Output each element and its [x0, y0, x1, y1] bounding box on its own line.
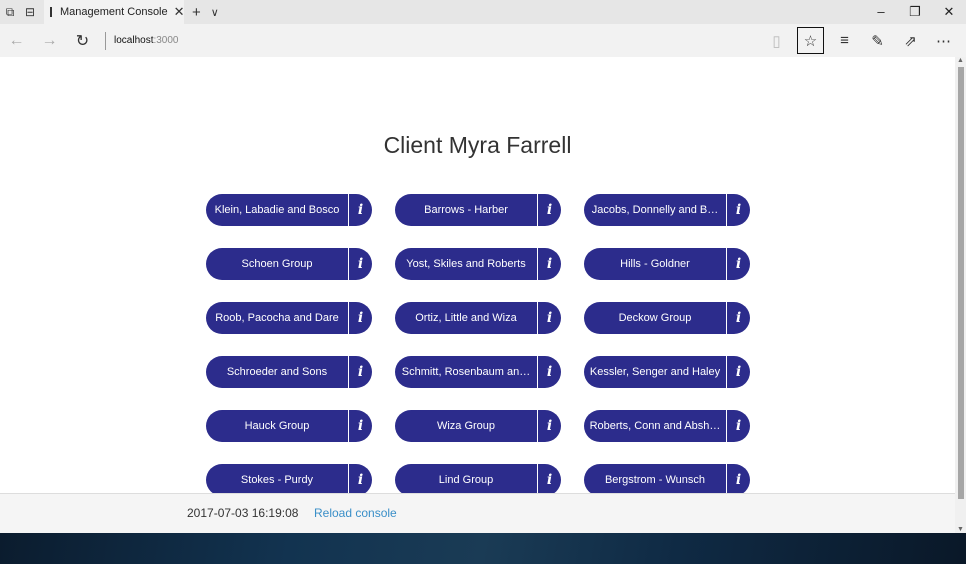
tab-title: Management Console [60, 6, 168, 18]
info-icon[interactable]: i [349, 248, 372, 280]
info-icon[interactable]: i [538, 194, 561, 226]
chevron-down-icon[interactable]: ∨ [211, 6, 219, 19]
client-button[interactable]: Schroeder and Sons i [206, 356, 372, 388]
client-button[interactable]: Hauck Group i [206, 410, 372, 442]
info-icon[interactable]: i [727, 302, 750, 334]
client-button[interactable]: Kessler, Senger and Haley i [584, 356, 750, 388]
set-aside-tabs-icon[interactable]: ⊟ [20, 5, 40, 19]
client-name[interactable]: Wiza Group [395, 410, 538, 442]
forward-icon[interactable]: → [33, 32, 66, 50]
minimize-button[interactable]: – [864, 0, 898, 24]
info-icon[interactable]: i [349, 302, 372, 334]
client-button[interactable]: Ortiz, Little and Wiza i [395, 302, 561, 334]
info-icon[interactable]: i [727, 248, 750, 280]
tab-manager-icon[interactable]: ⧉ [0, 5, 20, 20]
refresh-icon[interactable]: ↻ [66, 31, 99, 51]
restore-button[interactable]: ❐ [898, 0, 932, 24]
client-name[interactable]: Ortiz, Little and Wiza [395, 302, 538, 334]
client-button[interactable]: Deckow Group i [584, 302, 750, 334]
back-icon[interactable]: ← [0, 32, 33, 50]
desktop-background [0, 533, 966, 564]
page-title: Client Myra Farrell [383, 132, 572, 158]
address-bar: ← → ↻ localhost:3000 ▯ ☆ ≡ ✎ ⇗ ⋯ [0, 24, 966, 57]
reload-console-link[interactable]: Reload console [314, 494, 397, 532]
info-icon[interactable]: i [538, 248, 561, 280]
client-button[interactable]: Schoen Group i [206, 248, 372, 280]
client-button[interactable]: Stokes - Purdy i [206, 464, 372, 493]
client-name[interactable]: Roberts, Conn and Absh… [584, 410, 727, 442]
page-icon [50, 7, 52, 17]
favorite-star-icon[interactable]: ☆ [797, 27, 824, 54]
client-grid: Klein, Labadie and Bosco i Barrows - Harbe… [206, 194, 750, 493]
client-button[interactable]: Klein, Labadie and Bosco i [206, 194, 372, 226]
web-note-icon[interactable]: ✎ [861, 32, 894, 50]
client-name[interactable]: Klein, Labadie and Bosco [206, 194, 349, 226]
client-name[interactable]: Lind Group [395, 464, 538, 493]
client-name[interactable]: Schroeder and Sons [206, 356, 349, 388]
scroll-up-icon[interactable]: ▲ [957, 57, 964, 64]
info-icon[interactable]: i [538, 464, 561, 493]
client-button[interactable]: Schmitt, Rosenbaum an… i [395, 356, 561, 388]
footer: 2017-07-03 16:19:08 Reload console [0, 493, 955, 533]
info-icon[interactable]: i [538, 356, 561, 388]
info-icon[interactable]: i [538, 410, 561, 442]
more-icon[interactable]: ⋯ [927, 32, 960, 50]
client-name[interactable]: Schmitt, Rosenbaum an… [395, 356, 538, 388]
timestamp: 2017-07-03 16:19:08 [187, 506, 299, 520]
info-icon[interactable]: i [538, 302, 561, 334]
client-name[interactable]: Hills - Goldner [584, 248, 727, 280]
client-button[interactable]: Wiza Group i [395, 410, 561, 442]
close-tab-icon[interactable]: ✕ [174, 4, 185, 20]
browser-tab[interactable]: Management Console ✕ [44, 0, 185, 24]
info-icon[interactable]: i [349, 194, 372, 226]
toolbar-right: ▯ ☆ ≡ ✎ ⇗ ⋯ [760, 24, 960, 57]
scrollbar[interactable]: ▲ ▼ [955, 57, 966, 533]
client-name[interactable]: Hauck Group [206, 410, 349, 442]
client-button[interactable]: Lind Group i [395, 464, 561, 493]
info-icon[interactable]: i [727, 410, 750, 442]
info-icon[interactable]: i [727, 464, 750, 493]
share-icon[interactable]: ⇗ [894, 32, 927, 50]
info-icon[interactable]: i [727, 194, 750, 226]
title-bar: ⧉ ⊟ Management Console ✕ + ∨ – ❐ ✕ [0, 0, 966, 24]
client-button[interactable]: Yost, Skiles and Roberts i [395, 248, 561, 280]
window-controls: – ❐ ✕ [864, 0, 966, 24]
client-name[interactable]: Yost, Skiles and Roberts [395, 248, 538, 280]
client-name[interactable]: Barrows - Harber [395, 194, 538, 226]
scroll-down-icon[interactable]: ▼ [957, 526, 964, 533]
client-button[interactable]: Barrows - Harber i [395, 194, 561, 226]
client-button[interactable]: Roob, Pacocha and Dare i [206, 302, 372, 334]
url-field[interactable]: localhost:3000 [114, 35, 179, 46]
new-tab-icon[interactable]: + [192, 4, 201, 21]
info-icon[interactable]: i [349, 356, 372, 388]
client-button[interactable]: Hills - Goldner i [584, 248, 750, 280]
client-name[interactable]: Roob, Pacocha and Dare [206, 302, 349, 334]
divider [105, 31, 106, 50]
hub-icon[interactable]: ≡ [828, 32, 861, 49]
url-port: :3000 [153, 35, 179, 46]
page-viewport: Client Myra Farrell Klein, Labadie and B… [0, 57, 955, 493]
info-icon[interactable]: i [349, 410, 372, 442]
client-button[interactable]: Bergstrom - Wunsch i [584, 464, 750, 493]
client-button[interactable]: Roberts, Conn and Absh… i [584, 410, 750, 442]
client-name[interactable]: Kessler, Senger and Haley [584, 356, 727, 388]
client-name[interactable]: Bergstrom - Wunsch [584, 464, 727, 493]
scrollbar-thumb[interactable] [958, 67, 964, 499]
client-name[interactable]: Deckow Group [584, 302, 727, 334]
client-name[interactable]: Stokes - Purdy [206, 464, 349, 493]
client-name[interactable]: Jacobs, Donnelly and B… [584, 194, 727, 226]
url-host: localhost [114, 35, 154, 46]
close-window-button[interactable]: ✕ [932, 0, 966, 24]
client-button[interactable]: Jacobs, Donnelly and B… i [584, 194, 750, 226]
client-name[interactable]: Schoen Group [206, 248, 349, 280]
info-icon[interactable]: i [349, 464, 372, 493]
reading-view-icon[interactable]: ▯ [760, 32, 793, 50]
info-icon[interactable]: i [727, 356, 750, 388]
